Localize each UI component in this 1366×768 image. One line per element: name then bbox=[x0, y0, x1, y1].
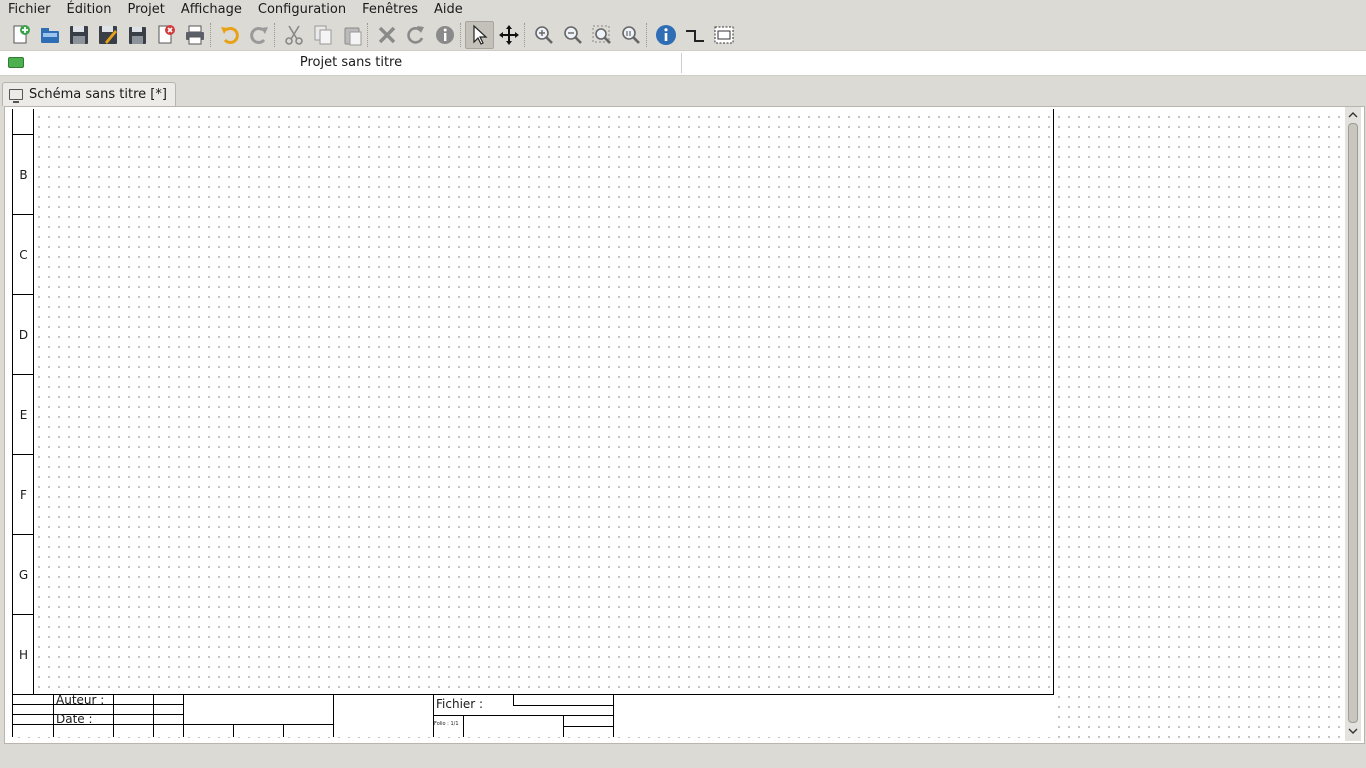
row-label: B bbox=[13, 135, 34, 215]
tab-label: Schéma sans titre [*] bbox=[29, 87, 167, 102]
print-button[interactable] bbox=[180, 21, 209, 49]
toolbar-separator bbox=[274, 23, 278, 47]
zoom-in-button[interactable] bbox=[529, 21, 558, 49]
properties-button[interactable] bbox=[430, 21, 459, 49]
save-all-icon bbox=[128, 27, 146, 44]
menu-bar: Fichier Édition Projet Affichage Configurati… bbox=[0, 0, 1366, 20]
copy-button[interactable] bbox=[308, 21, 337, 49]
save-button[interactable] bbox=[64, 21, 93, 49]
redo-button[interactable] bbox=[244, 21, 273, 49]
zoom-in-icon bbox=[534, 26, 553, 44]
project-divider bbox=[681, 53, 682, 73]
text-field-icon bbox=[714, 26, 733, 44]
row-label: C bbox=[13, 215, 34, 295]
zoom-reset-icon bbox=[621, 26, 640, 44]
author-label: Auteur : bbox=[56, 693, 105, 707]
row-label: F bbox=[13, 455, 34, 535]
drawing-canvas[interactable]: BCDEFGH Auteur: Date: Fichier: Folio … bbox=[11, 109, 1347, 741]
row-label: D bbox=[13, 295, 34, 375]
open-icon bbox=[40, 28, 59, 43]
file-label: Fichier : bbox=[436, 697, 484, 711]
zoom-reset-button[interactable] bbox=[616, 21, 645, 49]
row-label: H bbox=[13, 615, 34, 695]
paste-icon bbox=[344, 27, 361, 46]
zoom-out-button[interactable] bbox=[558, 21, 587, 49]
save-all-button[interactable] bbox=[122, 21, 151, 49]
scroll-down-icon[interactable] bbox=[1347, 725, 1359, 737]
canvas-frame: BCDEFGH Auteur: Date: Fichier: Folio … bbox=[4, 106, 1365, 744]
toolbar-separator bbox=[646, 23, 650, 47]
toolbar-separator bbox=[460, 23, 464, 47]
paste-button[interactable] bbox=[337, 21, 366, 49]
select-pointer-icon bbox=[472, 24, 488, 45]
text-field-button[interactable] bbox=[709, 21, 738, 49]
redo-icon bbox=[249, 27, 268, 44]
conductor-icon bbox=[685, 30, 704, 42]
undo-button[interactable] bbox=[215, 21, 244, 49]
toolbar-separator bbox=[367, 23, 371, 47]
menu-4[interactable]: Configuration bbox=[250, 1, 354, 19]
undo-icon bbox=[220, 27, 239, 44]
tab-schema[interactable]: Schéma sans titre [*] bbox=[2, 82, 176, 106]
zoom-fit-button[interactable] bbox=[587, 21, 616, 49]
menu-2[interactable]: Projet bbox=[119, 1, 172, 19]
toolbar-separator bbox=[210, 23, 214, 47]
cut-icon bbox=[284, 25, 303, 45]
project-title[interactable]: Projet sans titre bbox=[0, 55, 702, 70]
zoom-fit-icon bbox=[592, 25, 611, 44]
print-icon bbox=[185, 25, 204, 45]
save-as-icon bbox=[98, 26, 117, 44]
cut-button[interactable] bbox=[279, 21, 308, 49]
open-button[interactable] bbox=[35, 21, 64, 49]
rotate-button[interactable] bbox=[401, 21, 430, 49]
scrollbar-thumb[interactable] bbox=[1348, 123, 1358, 723]
menu-6[interactable]: Aide bbox=[426, 1, 471, 19]
copy-icon bbox=[314, 25, 331, 45]
menu-0[interactable]: Fichier bbox=[0, 1, 59, 19]
new-project-icon bbox=[13, 25, 30, 44]
row-label: E bbox=[13, 375, 34, 455]
delete-icon bbox=[378, 26, 395, 44]
menu-1[interactable]: Édition bbox=[59, 1, 120, 19]
project-bar: Projet sans titre bbox=[0, 50, 1366, 76]
tab-bar: Schéma sans titre [*] bbox=[0, 80, 1366, 106]
row-label: G bbox=[13, 535, 34, 615]
date-label: Date : bbox=[56, 712, 93, 726]
conductor-button[interactable] bbox=[680, 21, 709, 49]
delete-button[interactable] bbox=[372, 21, 401, 49]
close-project-button[interactable] bbox=[151, 21, 180, 49]
new-project-button[interactable] bbox=[6, 21, 35, 49]
title-block[interactable]: Auteur : Date : Fichier : Folio : 1/1 bbox=[12, 693, 1054, 737]
info-button[interactable] bbox=[651, 21, 680, 49]
close-project-icon bbox=[158, 25, 175, 44]
info-icon bbox=[655, 25, 676, 45]
zoom-out-icon bbox=[563, 26, 582, 44]
select-pointer-button[interactable] bbox=[465, 21, 494, 49]
main-toolbar bbox=[0, 20, 1366, 50]
scroll-up-icon[interactable] bbox=[1347, 109, 1359, 121]
toolbar-separator bbox=[524, 23, 528, 47]
menu-5[interactable]: Fenêtres bbox=[354, 1, 426, 19]
rotate-icon bbox=[406, 26, 424, 44]
move-icon bbox=[498, 25, 519, 45]
row-header: BCDEFGH bbox=[12, 109, 34, 695]
folio-label: Folio : 1/1 bbox=[434, 721, 459, 727]
schema-icon bbox=[9, 89, 23, 103]
save-icon bbox=[69, 26, 88, 44]
menu-3[interactable]: Affichage bbox=[173, 1, 250, 19]
schema-sheet[interactable]: BCDEFGH Auteur: Date: Fichier: Folio … bbox=[12, 109, 1054, 737]
move-button[interactable] bbox=[494, 21, 523, 49]
vertical-scrollbar[interactable] bbox=[1345, 107, 1361, 741]
row-header-top bbox=[13, 109, 34, 135]
properties-icon bbox=[435, 26, 454, 44]
save-as-button[interactable] bbox=[93, 21, 122, 49]
